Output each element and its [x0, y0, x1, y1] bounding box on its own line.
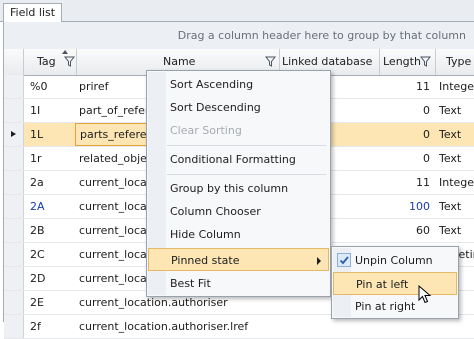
- row-indicator[interactable]: [4, 171, 24, 194]
- menu-item-column-chooser[interactable]: Column Chooser: [148, 200, 329, 223]
- cell-length: 11: [416, 80, 430, 93]
- menu-item-pin-at-right[interactable]: Pin at right: [333, 295, 457, 318]
- row-indicator[interactable]: [4, 75, 24, 98]
- column-context-menu: Sort Ascending Sort Descending Clear Sor…: [146, 70, 331, 297]
- column-header-type[interactable]: Type: [436, 49, 474, 75]
- filter-icon[interactable]: [265, 56, 276, 67]
- cell-type: Integer: [439, 80, 474, 93]
- column-header-length[interactable]: Length: [380, 49, 436, 75]
- menu-item-label: Best Fit: [170, 277, 211, 290]
- column-header-type-label: Type: [446, 55, 472, 68]
- cell-length: 100: [409, 200, 430, 213]
- cell-tag: 2A: [30, 200, 45, 213]
- cell-length: 60: [416, 224, 430, 237]
- cell-tag: 2D: [30, 272, 46, 285]
- column-header-tag[interactable]: Tag: [24, 49, 77, 75]
- sort-ascending-icon: [62, 50, 68, 54]
- cell-tag: 1L: [30, 128, 44, 141]
- cell-type: Text: [439, 224, 462, 237]
- checkmark-icon: [337, 253, 351, 267]
- menu-item-label: Group by this column: [170, 182, 289, 195]
- menu-item-sort-ascending[interactable]: Sort Ascending: [148, 73, 329, 96]
- cell-type: Text: [439, 104, 462, 117]
- menu-separator: [167, 174, 326, 175]
- cell-length: 11: [416, 176, 430, 189]
- cell-length: 0: [423, 152, 430, 165]
- menu-item-pinned-state[interactable]: Pinned state: [148, 248, 329, 271]
- row-indicator[interactable]: [4, 219, 24, 242]
- filter-icon[interactable]: [420, 56, 431, 67]
- menu-item-label: Column Chooser: [170, 205, 261, 218]
- pinned-state-submenu: Unpin Column Pin at left Pin at right: [331, 246, 459, 319]
- menu-item-label: Sort Descending: [170, 101, 261, 114]
- cell-length: 0: [423, 104, 430, 117]
- menu-item-sort-descending[interactable]: Sort Descending: [148, 96, 329, 119]
- row-indicator[interactable]: [4, 315, 24, 338]
- menu-item-label: Conditional Formatting: [170, 153, 296, 166]
- group-panel-hint: Drag a column header here to group by th…: [177, 29, 466, 42]
- menu-item-unpin-column[interactable]: Unpin Column: [333, 249, 457, 272]
- menu-item-label: Pin at right: [355, 300, 416, 313]
- current-row-arrow-icon: [11, 131, 16, 137]
- submenu-arrow-icon: [317, 257, 321, 265]
- menu-item-pin-at-left[interactable]: Pin at left: [333, 272, 457, 295]
- row-indicator[interactable]: [4, 123, 24, 146]
- cell-tag: 2E: [30, 296, 44, 309]
- tab-strip: Field list: [0, 0, 474, 22]
- filter-icon[interactable]: [64, 56, 75, 67]
- menu-item-best-fit[interactable]: Best Fit: [148, 272, 329, 295]
- cell-tag: 2a: [30, 176, 44, 189]
- menu-item-label: Sort Ascending: [170, 78, 254, 91]
- row-indicator[interactable]: [4, 99, 24, 122]
- row-indicator[interactable]: [4, 291, 24, 314]
- menu-item-label: Pin at left: [356, 278, 409, 291]
- menu-item-label: Pinned state: [171, 254, 240, 267]
- cell-tag: %0: [30, 80, 48, 93]
- cell-type: Text: [439, 152, 462, 165]
- menu-item-hide-column[interactable]: Hide Column: [148, 223, 329, 246]
- cell-tag: 2C: [30, 248, 45, 261]
- cell-length: 0: [423, 128, 430, 141]
- menu-item-label: Unpin Column: [355, 254, 433, 267]
- cell-type: Integer: [439, 176, 474, 189]
- cell-tag: 1r: [30, 152, 42, 165]
- row-indicator[interactable]: [4, 195, 24, 218]
- menu-separator: [167, 145, 326, 146]
- row-indicator[interactable]: [4, 243, 24, 266]
- tab-field-list[interactable]: Field list: [3, 3, 63, 22]
- cell-type: Text: [439, 128, 462, 141]
- column-header-tag-label: Tag: [37, 55, 56, 68]
- row-indicator[interactable]: [4, 267, 24, 290]
- cell-tag: 2f: [30, 320, 41, 333]
- cell-type: Text: [439, 200, 462, 213]
- menu-item-label: Clear Sorting: [170, 124, 242, 137]
- cell-tag: 1I: [30, 104, 41, 117]
- menu-item-conditional-formatting[interactable]: Conditional Formatting: [148, 148, 329, 171]
- group-panel[interactable]: Drag a column header here to group by th…: [4, 22, 474, 50]
- mouse-cursor-icon: [418, 285, 432, 304]
- menu-item-clear-sorting: Clear Sorting: [148, 119, 329, 142]
- row-indicator-header: [4, 49, 24, 75]
- cell-name: current_location.authoriser.lref: [79, 320, 249, 333]
- column-header-length-label: Length: [383, 55, 421, 68]
- row-indicator[interactable]: [4, 147, 24, 170]
- menu-item-label: Hide Column: [170, 228, 241, 241]
- cell-tag: 2B: [30, 224, 45, 237]
- menu-item-group-by-column[interactable]: Group by this column: [148, 177, 329, 200]
